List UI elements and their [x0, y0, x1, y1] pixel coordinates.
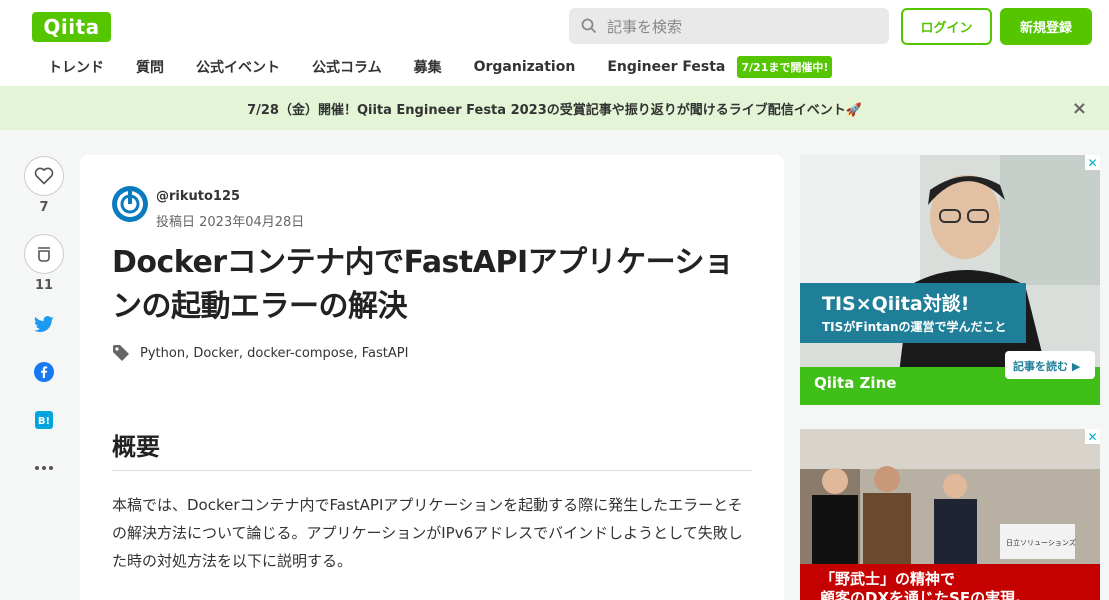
- nav-questions[interactable]: 質問: [120, 57, 180, 77]
- facebook-icon: [34, 362, 54, 382]
- article-title: Dockerコンテナ内でFastAPIアプリケーションの起動エラーの解決: [112, 245, 734, 324]
- heart-icon: [34, 167, 54, 185]
- posted-date: 投稿日 2023年04月28日: [156, 215, 305, 230]
- site-header: Qiita 記事を検索 ログイン 新規登録 トレンド 質問 公式イベント 公式コ…: [0, 0, 1109, 86]
- close-icon[interactable]: ✕: [1085, 155, 1100, 170]
- ad-banner-hitachi[interactable]: 日立ソリューションズ 「野武士」の精神で 顧客のDXを通じたSEの実現。 ✕: [800, 429, 1100, 600]
- like-button[interactable]: [24, 156, 64, 196]
- article-actions: 7 11 B!: [24, 156, 64, 480]
- ad-tis-cta[interactable]: 記事を読む ▶: [1013, 358, 1080, 374]
- article-card: @rikuto125 投稿日 2023年04月28日 Dockerコンテナ内でF…: [80, 155, 784, 600]
- search-icon: [581, 18, 597, 34]
- facebook-share-button[interactable]: [24, 360, 64, 384]
- close-icon[interactable]: ×: [1072, 98, 1087, 119]
- event-banner-text[interactable]: 7/28（金）開催！Qiita Engineer Festa 2023の受賞記事…: [247, 99, 862, 118]
- section-heading: 概要: [112, 427, 752, 471]
- login-button[interactable]: ログイン: [901, 8, 992, 45]
- author-name[interactable]: @rikuto125: [156, 189, 240, 204]
- nav-engineer-festa[interactable]: Engineer Festa: [591, 59, 741, 75]
- ad-tis-title: TIS×Qiita対談!: [822, 293, 970, 315]
- ad-hitachi-line2: 顧客のDXを通じたSEの実現。: [820, 589, 1031, 600]
- nav-official-events[interactable]: 公式イベント: [180, 57, 296, 77]
- search-placeholder: 記事を検索: [607, 17, 683, 36]
- signup-button[interactable]: 新規登録: [1000, 8, 1092, 45]
- article-body: 本稿では、Dockerコンテナ内でFastAPIアプリケーションを起動する際に発…: [112, 496, 743, 570]
- tag-docker[interactable]: Docker: [193, 346, 239, 361]
- tag-docker-compose[interactable]: docker-compose: [247, 346, 353, 361]
- svg-text:B!: B!: [38, 416, 50, 427]
- stock-icon: [38, 247, 50, 262]
- qiita-logo[interactable]: Qiita: [32, 12, 111, 42]
- ad-tis-subtitle: TISがFintanの運営で学んだこと: [822, 320, 1007, 334]
- tag-python[interactable]: Python: [140, 346, 185, 361]
- nav-organization[interactable]: Organization: [458, 59, 592, 75]
- stock-button[interactable]: [24, 234, 64, 274]
- close-icon[interactable]: ✕: [1085, 429, 1100, 444]
- ad-tis-brand: Qiita Zine: [814, 374, 897, 392]
- more-icon: [35, 466, 53, 470]
- festa-status-badge: 7/21まで開催中!: [737, 56, 833, 78]
- like-count: 7: [39, 200, 49, 215]
- nav-trend[interactable]: トレンド: [32, 57, 120, 77]
- search-input[interactable]: 記事を検索: [569, 8, 889, 44]
- global-nav: トレンド 質問 公式イベント 公式コラム 募集 Organization Eng…: [32, 52, 833, 82]
- twitter-icon: [34, 315, 54, 332]
- nav-recruit[interactable]: 募集: [398, 57, 458, 77]
- nav-official-column[interactable]: 公式コラム: [296, 57, 398, 77]
- hatena-bookmark-icon: B!: [35, 411, 53, 429]
- ad-hitachi-sign: 日立ソリューションズ: [1006, 539, 1076, 547]
- twitter-share-button[interactable]: [24, 312, 64, 336]
- tag-icon: [113, 345, 129, 361]
- ad-banner-tis[interactable]: TIS×Qiita対談! TISがFintanの運営で学んだこと 記事を読む ▶…: [800, 155, 1100, 405]
- event-banner[interactable]: 7/28（金）開催！Qiita Engineer Festa 2023の受賞記事…: [0, 86, 1109, 130]
- hatena-share-button[interactable]: B!: [24, 408, 64, 432]
- tag-list: Python, Docker, docker-compose, FastAPI: [112, 344, 408, 362]
- ad-hitachi-line1: 「野武士」の精神で: [820, 570, 956, 588]
- tag-fastapi[interactable]: FastAPI: [362, 346, 409, 361]
- stock-count: 11: [34, 278, 54, 293]
- avatar[interactable]: [112, 186, 148, 222]
- more-options-button[interactable]: [24, 456, 64, 480]
